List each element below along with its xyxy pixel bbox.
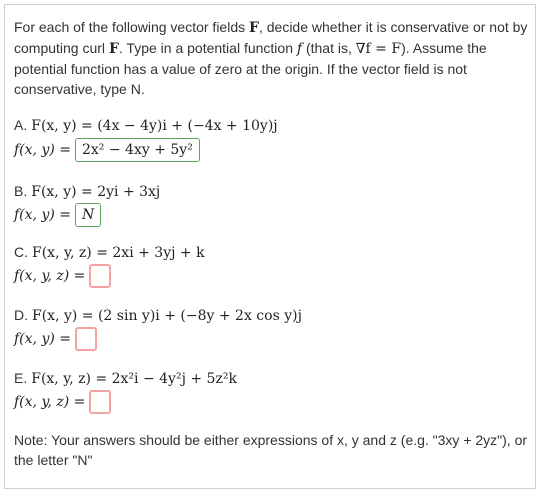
part-c-label: C. [14,244,28,260]
part-c-field: C. F(x, y, z) = 2xi + 3yj + k [14,244,529,261]
part-d-answer-input[interactable] [75,327,97,351]
intro-text-a: For each of the following vector fields [14,19,250,35]
intro-F-symbol: F [249,20,259,36]
part-b-answer-input[interactable]: N [75,203,102,227]
part-c-answer-row: f(x, y, z) = [14,262,112,290]
part-d-field: D. F(x, y) = (2 sin y)i + (−8y + 2x cos y… [14,307,529,324]
part-d-vector-field: F(x, y) = (2 sin y)i + (−8y + 2x cos y)j [32,308,302,324]
part-c-vector-field: F(x, y, z) = 2xi + 3yj + k [32,245,205,261]
part-d-label: D. [14,307,28,323]
part-c-f-label: f(x, y, z) = [14,268,86,284]
part-a-answer-input[interactable]: 2x² − 4xy + 5y² [75,138,200,162]
part-a-field: A. F(x, y) = (4x − 4y)i + (−4x + 10y)j [14,117,529,134]
part-e-answer-row: f(x, y, z) = [14,388,112,416]
intro-text-c: . Type in a potential function [118,40,297,56]
question-instructions: For each of the following vector fields … [14,17,529,99]
part-e-f-label: f(x, y, z) = [14,394,86,410]
part-b-field: B. F(x, y) = 2yi + 3xj [14,183,529,200]
part-b-f-label: f(x, y) = [14,207,71,223]
part-a-label: A. [14,117,28,133]
part-e-label: E. [14,370,28,386]
part-b-vector-field: F(x, y) = 2yi + 3xj [31,184,161,200]
part-e-field: E. F(x, y, z) = 2x²i − 4y²j + 5z²k [14,370,529,387]
part-e-answer-input[interactable] [89,390,112,414]
part-a-answer-row: f(x, y) = 2x² − 4xy + 5y² [14,136,200,164]
part-e-vector-field: F(x, y, z) = 2x²i − 4y²j + 5z²k [31,371,237,387]
part-d-answer-row: f(x, y) = [14,325,97,353]
intro-nabla-f: ∇f = F [355,41,402,57]
part-a-f-label: f(x, y) = [14,142,71,158]
part-c-answer-input[interactable] [89,264,112,288]
part-a-vector-field: F(x, y) = (4x − 4y)i + (−4x + 10y)j [31,118,278,134]
part-d-f-label: f(x, y) = [14,331,71,347]
intro-text-d: (that is, [302,40,356,56]
part-b-answer-row: f(x, y) = N [14,201,102,229]
part-b-label: B. [14,183,28,199]
question-panel: For each of the following vector fields … [4,4,536,489]
intro-F-symbol-2: F [108,41,119,57]
answer-format-note: Note: Your answers should be either expr… [14,432,528,468]
